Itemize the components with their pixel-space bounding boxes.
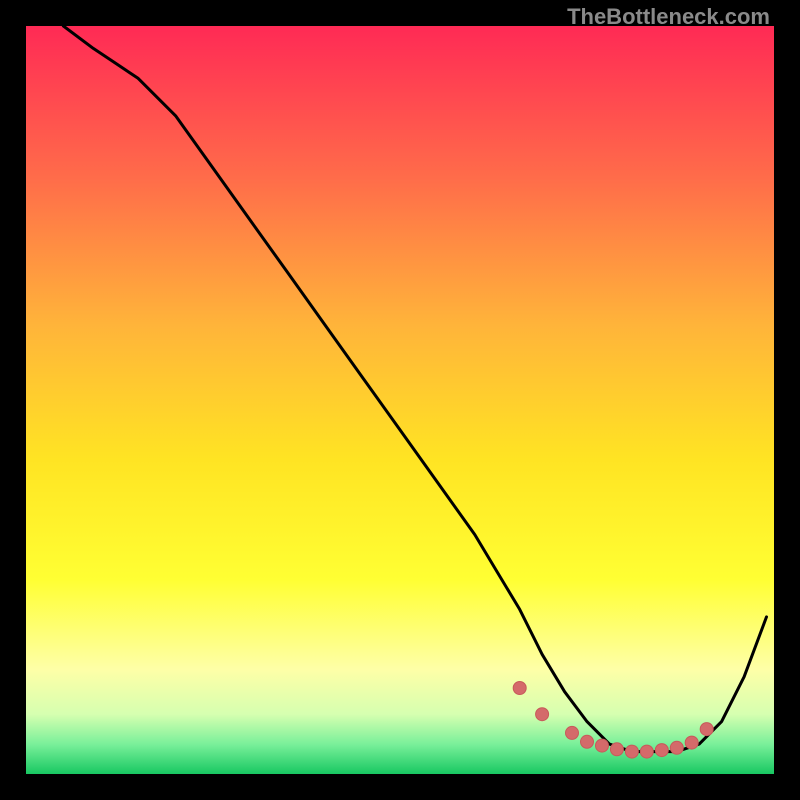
gradient-background [26,26,774,774]
marker-dot [610,743,623,756]
marker-dot [625,745,638,758]
chart-frame [26,26,774,774]
marker-dot [536,708,549,721]
marker-dot [670,741,683,754]
marker-dot [640,745,653,758]
bottleneck-chart [26,26,774,774]
marker-dot [596,739,609,752]
marker-dot [581,735,594,748]
marker-dot [513,682,526,695]
marker-dot [566,726,579,739]
marker-dot [685,736,698,749]
marker-dot [655,744,668,757]
marker-dot [700,723,713,736]
watermark-text: TheBottleneck.com [567,4,770,30]
